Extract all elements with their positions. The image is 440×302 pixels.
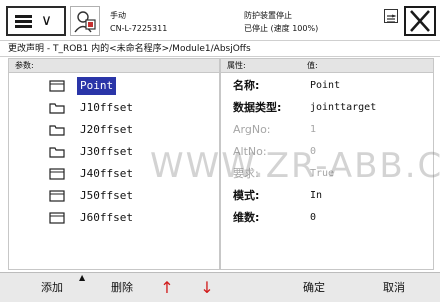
value-column-header: 值:: [307, 61, 318, 70]
cancel-button-label: 取消: [383, 281, 405, 294]
document-icon: [49, 190, 65, 202]
document-icon: [49, 212, 65, 224]
list-item-j1offset[interactable]: J10ffset: [49, 99, 219, 119]
list-item-label: J50ffset: [80, 189, 133, 202]
safety-status: 防护装置停止: [244, 11, 292, 20]
property-value[interactable]: Point: [310, 77, 340, 95]
list-item-j5offset[interactable]: J50ffset: [49, 187, 219, 207]
folder-icon: [49, 103, 65, 114]
robot-user-icon[interactable]: [70, 6, 100, 36]
property-value[interactable]: jointtarget: [310, 99, 376, 117]
document-icon: [49, 80, 65, 92]
property-key: 数据类型:: [233, 101, 282, 114]
add-button-label: 添加: [41, 281, 63, 294]
close-icon: [410, 10, 430, 32]
ok-button[interactable]: 确定: [282, 273, 346, 302]
list-item-label: J60ffset: [80, 211, 133, 224]
list-item-point[interactable]: Point: [49, 77, 219, 97]
property-row-name: 名称: Point: [233, 77, 433, 97]
property-key: 模式:: [233, 189, 260, 202]
property-key: 名称:: [233, 79, 260, 92]
property-key: 维数:: [233, 211, 260, 224]
property-row-datatype: 数据类型: jointtarget: [233, 99, 433, 119]
arrow-up-icon: ↑: [160, 278, 174, 297]
attribute-column-header: 属性:: [227, 61, 246, 70]
list-item-j6offset[interactable]: J60ffset: [49, 209, 219, 229]
property-row-dimension: 维数: 0: [233, 209, 433, 229]
controller-id: CN-L-7225311: [110, 24, 168, 33]
document-icon: [49, 168, 65, 180]
move-down-button[interactable]: ↓: [192, 273, 222, 302]
chevron-down-icon: ∨: [41, 11, 52, 29]
delete-button[interactable]: 删除: [92, 273, 152, 302]
top-bar: ∨ 手动 CN-L-7225311 防护装置停止 已停止 (速度 100%): [0, 0, 440, 40]
hamburger-icon: [15, 15, 32, 28]
list-item-j2offset[interactable]: J20ffset: [49, 121, 219, 141]
delete-button-label: 删除: [111, 281, 133, 294]
list-item-label: J30ffset: [80, 145, 133, 158]
watermark: WWW.ZR-ABB.COM: [150, 146, 440, 186]
ok-button-label: 确定: [303, 281, 325, 294]
breadcrumb: 更改声明 - T_ROB1 内的<未命名程序>/Module1/AbsjOffs: [0, 40, 440, 57]
speed-status: 已停止 (速度 100%): [244, 24, 319, 33]
property-header: 属性: 值:: [221, 59, 433, 73]
parameter-list-header: 参数:: [9, 59, 219, 73]
arrow-down-icon: ↓: [200, 278, 214, 297]
property-value[interactable]: 0: [310, 209, 316, 227]
bottom-toolbar: 添加 ▲ 删除 ↑ ↓ 确定 取消: [0, 272, 440, 302]
toggle-view-icon[interactable]: [384, 9, 398, 23]
mode-status: 手动: [110, 11, 126, 20]
move-up-button[interactable]: ↑: [152, 273, 182, 302]
cancel-button[interactable]: 取消: [362, 273, 426, 302]
list-item-label: J40ffset: [80, 167, 133, 180]
caret-up-icon: ▲: [79, 273, 86, 282]
property-value[interactable]: In: [310, 187, 322, 205]
list-item-label: J10ffset: [80, 101, 133, 114]
list-item-label: J20ffset: [80, 123, 133, 136]
property-value: 1: [310, 124, 317, 135]
add-button[interactable]: 添加: [20, 273, 84, 302]
main-menu-button[interactable]: ∨: [6, 6, 66, 36]
property-row-mode: 模式: In: [233, 187, 433, 207]
folder-icon: [49, 125, 65, 136]
property-row-argno: ArgNo: 1: [233, 121, 433, 141]
property-key: ArgNo:: [233, 123, 271, 136]
close-button[interactable]: [404, 6, 436, 36]
list-item-label: Point: [77, 77, 117, 95]
folder-icon: [49, 147, 65, 158]
